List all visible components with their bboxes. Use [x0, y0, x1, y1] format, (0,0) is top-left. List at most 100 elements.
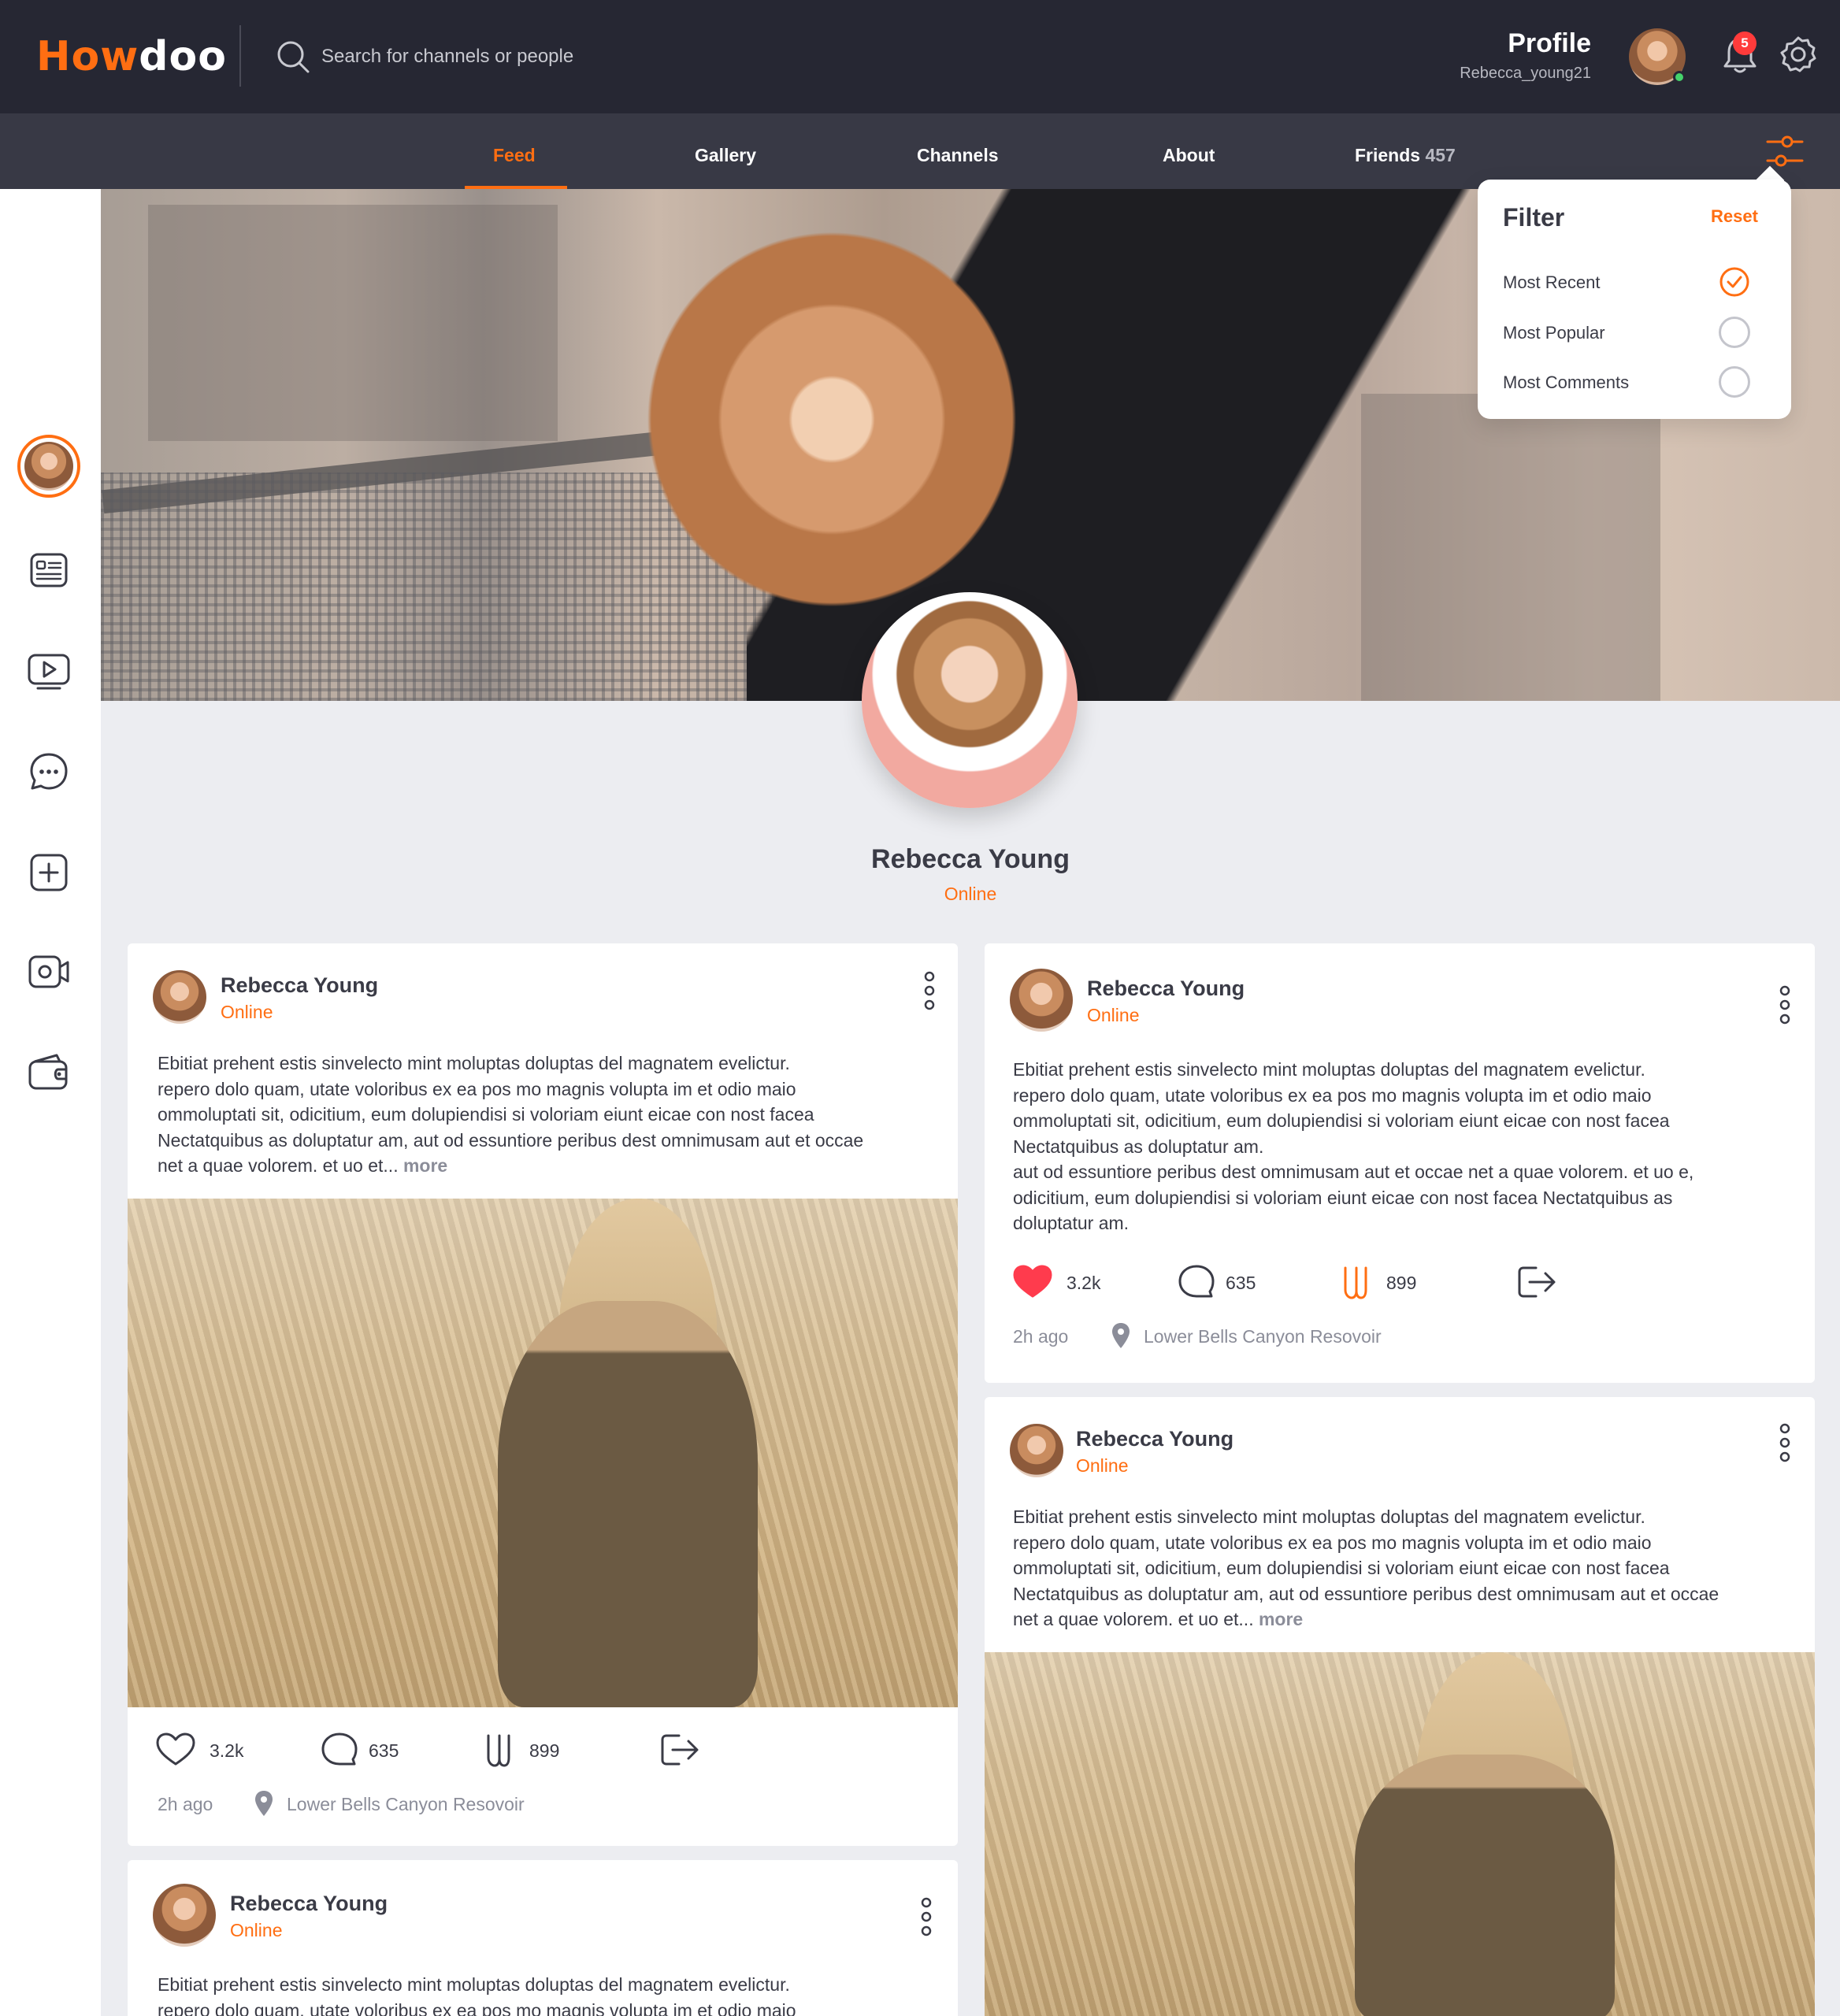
post-author-name[interactable]: Rebecca Young: [1076, 1427, 1233, 1451]
post-time: 2h ago: [158, 1794, 213, 1814]
app-logo[interactable]: Howdoo: [36, 33, 227, 80]
sidebar-avatar[interactable]: [17, 435, 80, 498]
chat-icon[interactable]: [27, 750, 71, 794]
filter-option-most-comments[interactable]: Most Comments: [1503, 372, 1629, 393]
more-options-icon[interactable]: [922, 970, 937, 1011]
video-play-icon[interactable]: [27, 649, 71, 693]
profile-name: Rebecca Young: [871, 844, 1070, 874]
search-icon[interactable]: [276, 39, 310, 74]
location-pin-icon: [1112, 1323, 1130, 1348]
filter-option-most-recent[interactable]: Most Recent: [1503, 272, 1601, 293]
post-text-line: repero dolo quam, utate voloribus ex ea …: [1013, 1084, 1652, 1106]
more-options-icon[interactable]: [1777, 984, 1793, 1025]
post-author-status: Online: [1076, 1455, 1129, 1476]
tab-feed[interactable]: Feed: [493, 145, 536, 166]
like-heart-icon[interactable]: [154, 1731, 197, 1769]
post-author-name[interactable]: Rebecca Young: [230, 1892, 388, 1916]
post-text-line: ommoluptati sit, odicitium, eum dolupien…: [158, 1104, 814, 1125]
post-location[interactable]: Lower Bells Canyon Resovoir: [1144, 1326, 1382, 1347]
repost-clip-icon[interactable]: [477, 1731, 520, 1769]
post-author-avatar[interactable]: [153, 1884, 216, 1947]
tab-friends[interactable]: Friends 457: [1355, 145, 1456, 166]
post-text-line: Nectatquibus as doluptatur am, aut od es…: [1013, 1583, 1719, 1604]
friends-count: 457: [1425, 145, 1456, 165]
post-text-line: doluptatur am.: [1013, 1213, 1130, 1233]
post-author-avatar[interactable]: [153, 970, 206, 1024]
post-text-line: Nectatquibus as doluptatur am.: [1013, 1136, 1264, 1157]
post-card: Rebecca Young Online Ebitiat prehent est…: [128, 1860, 958, 2016]
header-divider: [239, 25, 241, 87]
post-text-line: net a quae volorem. et uo et... more: [1013, 1606, 1801, 1632]
location-pin-icon: [255, 1791, 273, 1816]
news-icon[interactable]: [27, 548, 71, 592]
share-out-icon[interactable]: [1515, 1263, 1558, 1301]
post-text-line: repero dolo quam, utate voloribus ex ea …: [158, 1999, 796, 2016]
radio-unchecked[interactable]: [1719, 317, 1750, 348]
post-text: Ebitiat prehent estis sinvelecto mint mo…: [158, 1051, 937, 1179]
post-text-line-end: net a quae volorem. et uo et...: [1013, 1609, 1254, 1629]
radio-unchecked[interactable]: [1719, 366, 1750, 398]
tab-friends-label: Friends: [1355, 145, 1421, 165]
photo-subject-body: [1355, 1755, 1615, 2016]
post-text-line: repero dolo quam, utate voloribus ex ea …: [1013, 1532, 1652, 1553]
comment-count: 635: [1226, 1273, 1256, 1293]
read-more-link[interactable]: more: [403, 1155, 447, 1176]
filter-reset-button[interactable]: Reset: [1711, 206, 1758, 227]
gear-icon[interactable]: [1779, 35, 1818, 74]
comment-bubble-icon[interactable]: [1175, 1263, 1218, 1301]
share-count: 899: [529, 1740, 560, 1761]
photo-subject-body: [498, 1301, 758, 1707]
tab-gallery[interactable]: Gallery: [695, 145, 756, 166]
more-options-icon[interactable]: [918, 1896, 934, 1937]
notification-badge: 5: [1733, 32, 1757, 55]
post-text: Ebitiat prehent estis sinvelecto mint mo…: [1013, 1057, 1801, 1236]
wallet-icon[interactable]: [27, 1051, 71, 1095]
post-author-name[interactable]: Rebecca Young: [1087, 976, 1245, 1001]
profile-avatar[interactable]: [862, 592, 1078, 808]
filter-option-most-popular[interactable]: Most Popular: [1503, 323, 1605, 343]
tab-channels[interactable]: Channels: [917, 145, 999, 166]
more-options-icon[interactable]: [1777, 1422, 1793, 1463]
post-text-line: repero dolo quam, utate voloribus ex ea …: [158, 1078, 796, 1099]
comment-bubble-icon[interactable]: [318, 1731, 361, 1769]
post-location[interactable]: Lower Bells Canyon Resovoir: [287, 1794, 525, 1815]
post-text-line: net a quae volorem. et uo et... more: [158, 1153, 937, 1179]
cover-building: [148, 205, 558, 441]
camera-icon[interactable]: [27, 950, 71, 994]
post-text-line-end: net a quae volorem. et uo et...: [158, 1155, 399, 1176]
read-more-link[interactable]: more: [1259, 1609, 1303, 1629]
post-author-status: Online: [1087, 1005, 1140, 1025]
radio-checked-icon[interactable]: [1719, 266, 1750, 298]
post-text-line: odicitium, eum dolupiendisi si voloriam …: [1013, 1187, 1673, 1208]
post-author-avatar[interactable]: [1010, 969, 1073, 1032]
header-profile-handle: Rebecca_young21: [1460, 65, 1591, 82]
filter-sliders-icon[interactable]: [1764, 131, 1805, 172]
like-count: 3.2k: [210, 1740, 244, 1761]
post-card: Rebecca Young Online Ebitiat prehent est…: [985, 1397, 1815, 2016]
like-count: 3.2k: [1067, 1273, 1101, 1293]
like-heart-icon[interactable]: [1011, 1263, 1054, 1301]
post-text-line: aut od essuntiore peribus dest omnimusam…: [1013, 1162, 1694, 1182]
comment-count: 635: [369, 1740, 399, 1761]
add-icon[interactable]: [27, 850, 71, 895]
search-input[interactable]: Search for channels or people: [321, 46, 573, 68]
post-text-line: Ebitiat prehent estis sinvelecto mint mo…: [158, 1974, 790, 1995]
post-author-status: Online: [230, 1920, 283, 1940]
tab-about[interactable]: About: [1163, 145, 1215, 166]
post-author-name[interactable]: Rebecca Young: [221, 973, 378, 998]
post-text-line: ommoluptati sit, odicitium, eum dolupien…: [1013, 1558, 1670, 1578]
sidebar-avatar-image: [24, 442, 73, 491]
post-text: Ebitiat prehent estis sinvelecto mint mo…: [158, 1972, 937, 2016]
post-text-line: Nectatquibus as doluptatur am, aut od es…: [158, 1129, 864, 1151]
logo-brand: How: [36, 33, 139, 80]
repost-clip-icon[interactable]: [1334, 1263, 1377, 1301]
post-card: Rebecca Young Online Ebitiat prehent est…: [128, 943, 958, 1846]
post-photo[interactable]: [985, 1652, 1815, 2016]
profile-status: Online: [944, 884, 997, 904]
share-out-icon[interactable]: [658, 1731, 701, 1769]
post-author-avatar[interactable]: [1010, 1424, 1063, 1477]
header-profile-title[interactable]: Profile: [1402, 28, 1591, 59]
share-count: 899: [1386, 1273, 1417, 1293]
filter-title: Filter: [1503, 203, 1565, 232]
post-photo[interactable]: [128, 1199, 958, 1707]
